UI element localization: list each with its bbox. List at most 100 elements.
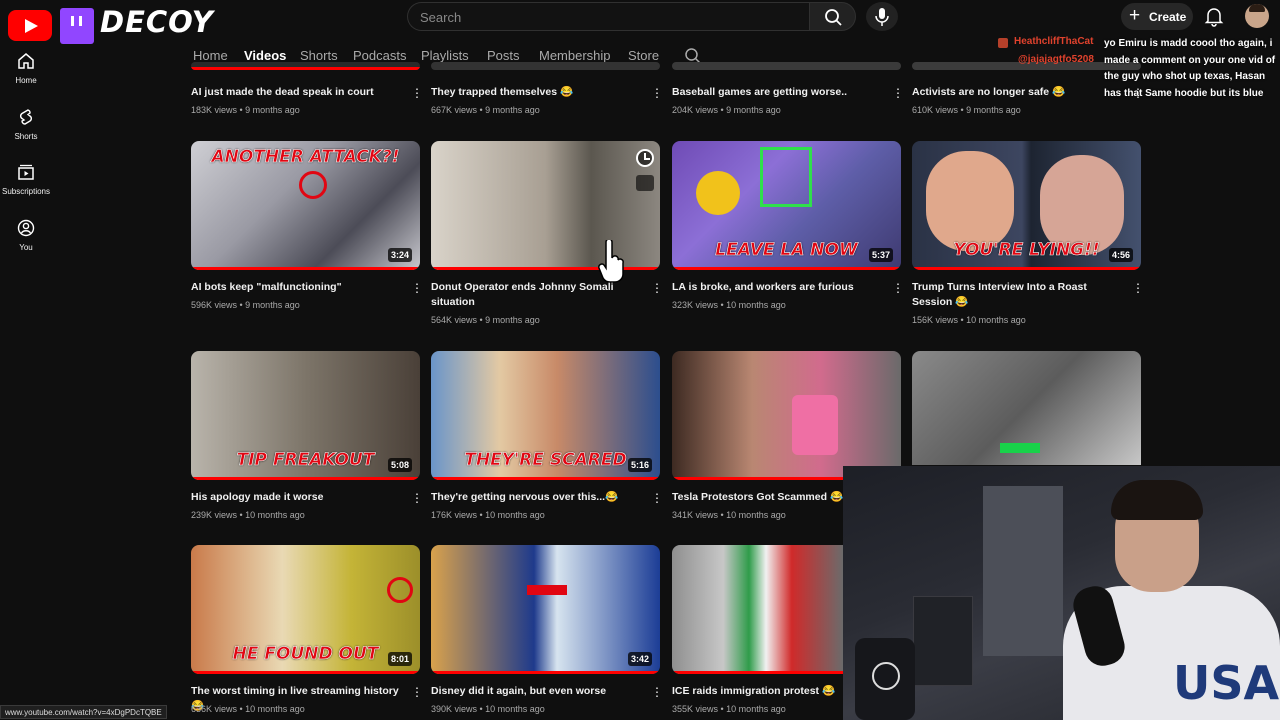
sidebar-item-label: You	[19, 243, 33, 252]
create-button[interactable]: + Create	[1121, 3, 1193, 30]
video-meta: 323K views • 10 months ago	[672, 300, 786, 310]
sidebar-item-shorts[interactable]: Shorts	[0, 100, 52, 150]
video-title[interactable]: Donut Operator ends Johnny Somali situat…	[431, 280, 641, 310]
watched-progress-bar	[431, 671, 660, 674]
tab-podcasts[interactable]: Podcasts	[353, 48, 406, 63]
tab-membership[interactable]: Membership	[539, 48, 611, 63]
twitch-logo-icon	[60, 8, 94, 44]
video-card[interactable]: Donut Operator ends Johnny Somali situat…	[431, 141, 663, 331]
video-meta: 596K views • 9 months ago	[191, 300, 300, 310]
video-card[interactable]: HE FOUND OUT 8:01 The worst timing in li…	[191, 545, 423, 720]
highlight-circle	[387, 577, 413, 603]
more-options-icon[interactable]: ⋮	[651, 491, 663, 505]
more-options-icon[interactable]: ⋮	[651, 86, 663, 100]
video-meta: 239K views • 10 months ago	[191, 510, 305, 520]
video-thumbnail[interactable]	[912, 351, 1141, 465]
more-options-icon[interactable]: ⋮	[892, 281, 904, 295]
video-meta: 564K views • 9 months ago	[431, 315, 540, 325]
video-thumbnail[interactable]: YOU'RE LYING!! 4:56	[912, 141, 1141, 270]
video-title[interactable]: Trump Turns Interview Into a Roast Sessi…	[912, 280, 1122, 310]
account-avatar[interactable]	[1245, 4, 1269, 28]
sidebar-item-home[interactable]: Home	[0, 44, 52, 94]
more-options-icon[interactable]: ⋮	[411, 86, 423, 100]
video-title[interactable]: His apology made it worse	[191, 490, 401, 505]
pink-shirt-shape	[792, 395, 838, 455]
watched-progress-bar	[912, 267, 1141, 270]
video-title[interactable]: AI just made the dead speak in court	[191, 85, 401, 100]
video-card[interactable]	[912, 351, 1142, 471]
search-placeholder: Search	[420, 10, 462, 25]
video-thumbnail[interactable]: ANOTHER ATTACK?! 3:24	[191, 141, 420, 270]
tab-videos[interactable]: Videos	[244, 48, 286, 63]
youtube-logo-icon[interactable]	[8, 10, 52, 41]
search-input[interactable]: Search	[407, 2, 809, 31]
notifications-button[interactable]	[1202, 4, 1226, 28]
watched-progress-bar	[672, 267, 901, 270]
video-thumbnail[interactable]	[672, 545, 843, 674]
subscriptions-icon	[18, 164, 34, 180]
create-label: Create	[1149, 10, 1187, 24]
plus-icon: +	[1129, 5, 1141, 26]
sidebar-item-label: Shorts	[14, 132, 38, 141]
video-card[interactable]: AI just made the dead speak in court 183…	[191, 62, 423, 126]
sidebar-item-you[interactable]: You	[0, 211, 52, 261]
person-left-shape	[926, 151, 1014, 251]
more-options-icon[interactable]: ⋮	[651, 281, 663, 295]
video-duration: 5:37	[868, 248, 893, 262]
thumbnail-caption: HE FOUND OUT	[232, 644, 379, 665]
more-options-icon[interactable]: ⋮	[411, 685, 423, 699]
video-title[interactable]: AI bots keep "malfunctioning"	[191, 280, 401, 295]
tab-home[interactable]: Home	[193, 48, 228, 63]
tab-store[interactable]: Store	[628, 48, 659, 63]
video-thumbnail[interactable]: HE FOUND OUT 8:01	[191, 545, 420, 674]
chat-username: HeathcliffThaCat	[1014, 36, 1094, 47]
more-options-icon[interactable]: ⋮	[651, 685, 663, 699]
tab-posts[interactable]: Posts	[487, 48, 520, 63]
video-title[interactable]: They trapped themselves 😂	[431, 85, 641, 100]
video-card[interactable]: ANOTHER ATTACK?! 3:24 AI bots keep "malf…	[191, 141, 423, 331]
voice-search-button[interactable]	[866, 2, 898, 31]
video-thumbnail[interactable]: LEAVE LA NOW 5:37	[672, 141, 901, 270]
video-card[interactable]: Baseball games are getting worse.. 204K …	[672, 62, 904, 126]
video-card[interactable]: LEAVE LA NOW 5:37 LA is broke, and worke…	[672, 141, 904, 331]
video-title[interactable]: Disney did it again, but even worse	[431, 684, 641, 699]
hand-cursor-icon	[598, 240, 624, 283]
watch-later-icon[interactable]	[636, 149, 654, 167]
video-card[interactable]: TIP FREAKOUT 5:08 His apology made it wo…	[191, 351, 423, 531]
more-options-icon[interactable]: ⋮	[1132, 281, 1144, 295]
sidebar-item-subscriptions[interactable]: Subscriptions	[0, 155, 52, 205]
watched-progress-bar	[431, 477, 660, 480]
video-meta: 204K views • 9 months ago	[672, 105, 781, 115]
video-card[interactable]: THEY'RE SCARED 5:16 They're getting nerv…	[431, 351, 663, 531]
more-options-icon[interactable]: ⋮	[892, 86, 904, 100]
video-title[interactable]: LA is broke, and workers are furious	[672, 280, 882, 295]
video-meta: 176K views • 10 months ago	[431, 510, 545, 520]
video-duration: 8:01	[387, 652, 412, 666]
video-thumbnail[interactable]	[672, 62, 901, 70]
tab-playlists[interactable]: Playlists	[421, 48, 469, 63]
video-thumbnail[interactable]: THEY'RE SCARED 5:16	[431, 351, 660, 480]
person-shape	[696, 171, 740, 215]
background-door	[983, 486, 1063, 656]
search-button[interactable]	[809, 2, 856, 31]
video-card[interactable]: YOU'RE LYING!! 4:56 Trump Turns Intervie…	[912, 141, 1144, 331]
bell-icon	[1204, 8, 1224, 27]
more-options-icon[interactable]: ⋮	[411, 491, 423, 505]
watched-progress-bar	[672, 671, 843, 674]
video-meta: 156K views • 10 months ago	[912, 315, 1026, 325]
video-thumbnail[interactable]: 3:42	[431, 545, 660, 674]
video-title[interactable]: Baseball games are getting worse..	[672, 85, 882, 100]
video-card[interactable]: 3:42 Disney did it again, but even worse…	[431, 545, 663, 720]
video-thumbnail[interactable]	[672, 351, 901, 480]
thumbnail-caption: LEAVE LA NOW	[715, 240, 858, 261]
video-thumbnail[interactable]: TIP FREAKOUT 5:08	[191, 351, 420, 480]
streamer-hair	[1111, 480, 1203, 520]
video-title[interactable]: They're getting nervous over this...😂	[431, 490, 641, 505]
add-to-queue-icon[interactable]	[636, 175, 654, 191]
home-icon	[18, 53, 34, 69]
tab-shorts[interactable]: Shorts	[300, 48, 338, 63]
video-card[interactable]: They trapped themselves 😂 667K views • 9…	[431, 62, 663, 126]
more-options-icon[interactable]: ⋮	[411, 281, 423, 295]
video-thumbnail[interactable]	[191, 62, 420, 70]
video-thumbnail[interactable]	[431, 62, 660, 70]
